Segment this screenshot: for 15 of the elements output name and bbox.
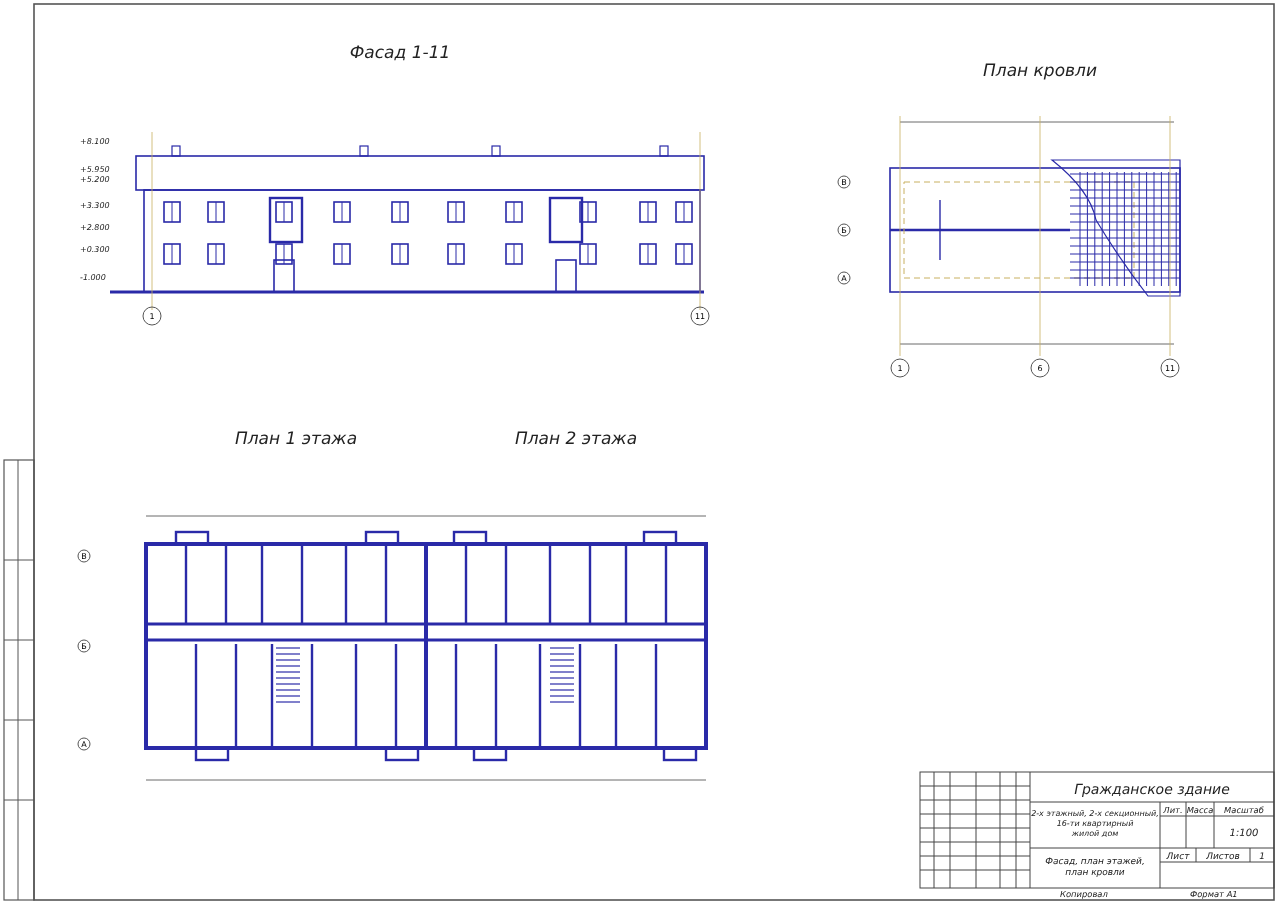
axis-marker: [690, 306, 710, 326]
drawing-title: План 2 этажа: [514, 430, 638, 450]
axis-marker: [1030, 358, 1050, 378]
drawing-title: План 1 этажа: [234, 430, 358, 450]
axis-marker: [77, 639, 91, 653]
axis-marker: [77, 549, 91, 563]
drawing-title: Фасад 1-11: [349, 44, 451, 64]
axis-marker: [77, 737, 91, 751]
axis-marker: [837, 175, 851, 189]
axis-marker: [837, 271, 851, 285]
axis-marker: [142, 306, 162, 326]
drawing-title: План кровли: [983, 62, 1097, 82]
axis-marker: [1160, 358, 1180, 378]
axis-marker: [837, 223, 851, 237]
axis-marker: [890, 358, 910, 378]
